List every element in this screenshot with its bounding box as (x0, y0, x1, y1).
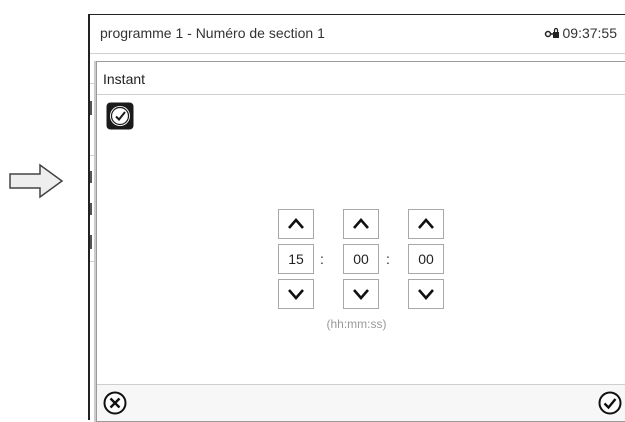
chevron-up-icon (353, 218, 369, 229)
seconds-down-button[interactable] (408, 279, 444, 309)
status-time: 09:37:55 (544, 25, 618, 41)
chevron-down-icon (288, 289, 304, 300)
chevron-up-icon (418, 218, 434, 229)
lock-key-icon (544, 27, 559, 38)
cancel-circle-icon[interactable] (103, 391, 127, 415)
hours-field[interactable]: 15 (278, 244, 314, 274)
time-dialog: Instant 15 : 00 : 00 (hh:mm:ss) (96, 61, 625, 422)
chevron-down-icon (418, 289, 434, 300)
underlying-divider (90, 203, 92, 215)
format-hint: (hh:mm:ss) (326, 317, 387, 331)
time-separator: : (386, 251, 390, 267)
hours-up-button[interactable] (278, 209, 314, 239)
dialog-title: Instant (103, 71, 146, 87)
minutes-down-button[interactable] (343, 279, 379, 309)
minutes-up-button[interactable] (343, 209, 379, 239)
pointer-arrow-icon (9, 163, 64, 199)
device-screen: programme 1 - Numéro de section 1 09:37:… (88, 14, 625, 422)
time-separator: : (320, 251, 324, 267)
dialog-header: Instant (97, 62, 625, 95)
underlying-divider (90, 235, 92, 249)
underlying-divider (90, 101, 92, 115)
status-bar: programme 1 - Numéro de section 1 09:37:… (90, 15, 625, 54)
seconds-up-button[interactable] (408, 209, 444, 239)
chevron-up-icon (288, 218, 304, 229)
underlying-divider (90, 171, 92, 183)
program-title: programme 1 - Numéro de section 1 (100, 25, 325, 41)
minutes-field[interactable]: 00 (343, 244, 379, 274)
hours-down-button[interactable] (278, 279, 314, 309)
dialog-footer (97, 384, 625, 421)
seconds-field[interactable]: 00 (408, 244, 444, 274)
confirm-check-icon[interactable] (598, 391, 622, 415)
clock-time: 09:37:55 (562, 25, 618, 41)
clock-icon (106, 102, 134, 130)
chevron-down-icon (353, 289, 369, 300)
